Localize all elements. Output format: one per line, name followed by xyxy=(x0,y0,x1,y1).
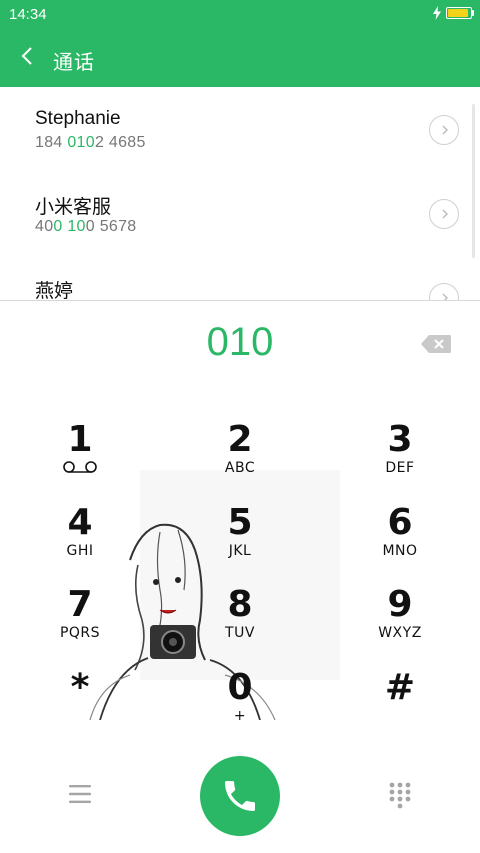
contact-detail-button[interactable] xyxy=(429,115,459,145)
key-letters: JKL xyxy=(228,543,252,559)
contact-results-list[interactable]: Stephanie 184 0102 4685 小米客服 400 100 567… xyxy=(0,87,480,300)
number-part: 2 4685 xyxy=(94,134,146,151)
key-4[interactable]: 4 GHI xyxy=(20,503,140,583)
chevron-right-icon xyxy=(442,209,448,219)
key-letters: WXYZ xyxy=(378,625,422,641)
contact-name: 燕婷 xyxy=(35,281,74,300)
key-letters: ABC xyxy=(224,460,256,476)
contact-number: 184 0102 4685 xyxy=(35,134,146,152)
key-digit: 5 xyxy=(227,502,253,543)
dialed-number-display: 010 xyxy=(206,320,274,364)
battery-level-fill xyxy=(448,9,468,17)
chevron-right-icon xyxy=(442,293,448,300)
divider xyxy=(0,300,480,301)
key-star[interactable]: * xyxy=(20,668,140,748)
contact-name: 小米客服 xyxy=(35,197,112,218)
key-3[interactable]: 3 DEF xyxy=(340,420,460,500)
key-digit: 4 xyxy=(67,502,93,543)
backspace-icon[interactable] xyxy=(420,334,452,354)
key-digit: 9 xyxy=(387,584,413,625)
key-digit: * xyxy=(70,667,90,708)
charging-bolt-icon xyxy=(433,6,441,20)
key-digit: # xyxy=(384,667,416,708)
key-2[interactable]: 2 ABC xyxy=(180,420,300,500)
key-digit: 0 xyxy=(227,667,253,708)
contact-number: 400 100 5678 xyxy=(35,218,137,236)
key-letters: PQRS xyxy=(59,625,101,641)
voicemail-icon xyxy=(63,461,97,473)
number-match: 0 10 xyxy=(53,218,86,235)
key-7[interactable]: 7 PQRS xyxy=(20,585,140,665)
key-letters: DEF xyxy=(385,460,415,476)
battery-icon xyxy=(446,7,472,19)
key-letters: + xyxy=(233,708,247,724)
number-part: 0 5678 xyxy=(85,218,137,235)
key-digit: 1 xyxy=(67,419,93,460)
status-bar: 14:34 xyxy=(0,0,480,28)
contact-row[interactable]: 燕婷 xyxy=(0,255,480,300)
chevron-right-icon xyxy=(442,125,448,135)
key-6[interactable]: 6 MNO xyxy=(340,503,460,583)
contact-row[interactable]: 小米客服 400 100 5678 xyxy=(0,171,480,255)
contact-detail-button[interactable] xyxy=(429,283,459,300)
dialpad-icon[interactable] xyxy=(388,782,412,810)
number-part: 40 xyxy=(35,218,54,235)
key-letters: GHI xyxy=(66,543,94,559)
contact-detail-button[interactable] xyxy=(429,199,459,229)
key-digit: 7 xyxy=(67,584,93,625)
key-1[interactable]: 1 xyxy=(20,420,140,500)
key-8[interactable]: 8 TUV xyxy=(180,585,300,665)
call-button[interactable] xyxy=(200,756,280,836)
key-letters: TUV xyxy=(225,625,255,641)
key-digit: 2 xyxy=(227,419,253,460)
phone-icon xyxy=(225,781,255,811)
number-part: 184 xyxy=(35,134,68,151)
chevron-left-icon[interactable] xyxy=(16,44,40,68)
key-5[interactable]: 5 JKL xyxy=(180,503,300,583)
number-match: 010 xyxy=(67,134,95,151)
contact-row[interactable]: Stephanie 184 0102 4685 xyxy=(0,87,480,171)
list-scrollbar[interactable] xyxy=(472,104,475,258)
key-digit: 6 xyxy=(387,502,413,543)
key-0[interactable]: 0 + xyxy=(180,668,300,748)
key-9[interactable]: 9 WXYZ xyxy=(340,585,460,665)
app-header: 14:34 通话 xyxy=(0,0,480,87)
key-digit: 8 xyxy=(227,584,253,625)
key-hash[interactable]: # xyxy=(340,668,460,748)
menu-icon[interactable] xyxy=(68,783,92,805)
contact-name: Stephanie xyxy=(35,108,121,129)
status-time: 14:34 xyxy=(9,6,47,23)
battery-tip xyxy=(472,10,474,16)
page-title: 通话 xyxy=(53,52,95,74)
key-letters: MNO xyxy=(382,543,418,559)
key-digit: 3 xyxy=(387,419,413,460)
